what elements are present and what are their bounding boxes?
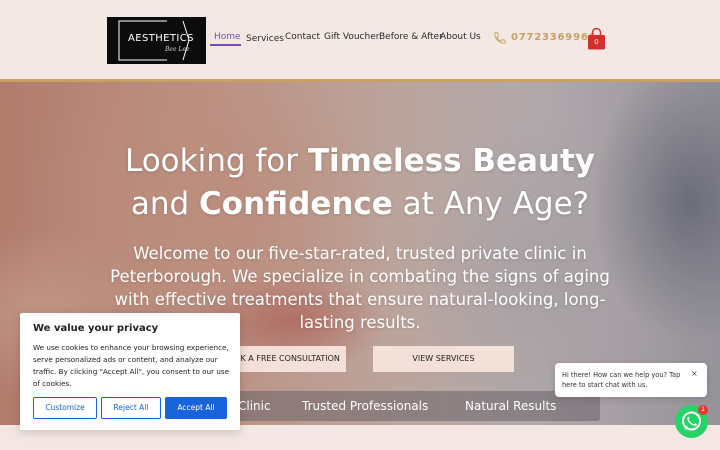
feature-trusted-professionals: Trusted Professionals — [302, 399, 429, 413]
view-services-button[interactable]: VIEW SERVICES — [373, 346, 514, 372]
nav-services[interactable]: Services — [246, 34, 284, 44]
logo-text: AESTHETICS — [128, 33, 194, 44]
phone-number[interactable]: 07723369966 — [511, 32, 596, 43]
nav-gift-voucher[interactable]: Gift Voucher — [324, 32, 379, 42]
site-logo[interactable]: AESTHETICS Bee Lee — [107, 17, 206, 64]
close-icon[interactable]: × — [691, 369, 698, 378]
cookie-consent-banner: We value your privacy We use cookies to … — [20, 313, 240, 430]
feature-clinic: Clinic — [238, 399, 271, 413]
chat-popup[interactable]: Hi there! How can we help you? Tap here … — [555, 363, 707, 397]
cart-count: 0 — [594, 38, 599, 46]
cookie-text: We use cookies to enhance your browsing … — [33, 343, 230, 388]
feature-natural-results: Natural Results — [465, 399, 557, 413]
logo-script: Bee Lee — [165, 46, 190, 53]
nav-contact[interactable]: Contact — [285, 32, 320, 42]
nav-about-us[interactable]: About Us — [440, 32, 481, 42]
cookie-reject-button[interactable]: Reject All — [101, 397, 161, 419]
cookie-customize-button[interactable]: Customize — [33, 397, 97, 419]
nav-active-underline — [210, 44, 241, 46]
nav-home[interactable]: Home — [214, 32, 241, 42]
cookie-accept-button[interactable]: Accept All — [165, 397, 227, 419]
hero-title: Looking for Timeless Beauty and Confiden… — [124, 143, 595, 222]
cookie-title: We value your privacy — [33, 323, 159, 334]
notification-badge: 1 — [698, 405, 708, 415]
nav-before-after[interactable]: Before & After — [379, 32, 443, 42]
phone-icon — [494, 32, 506, 44]
free-consultation-button[interactable]: OK A FREE CONSULTATION — [228, 346, 346, 372]
chat-popup-text: Hi there! How can we help you? Tap here … — [562, 371, 681, 389]
